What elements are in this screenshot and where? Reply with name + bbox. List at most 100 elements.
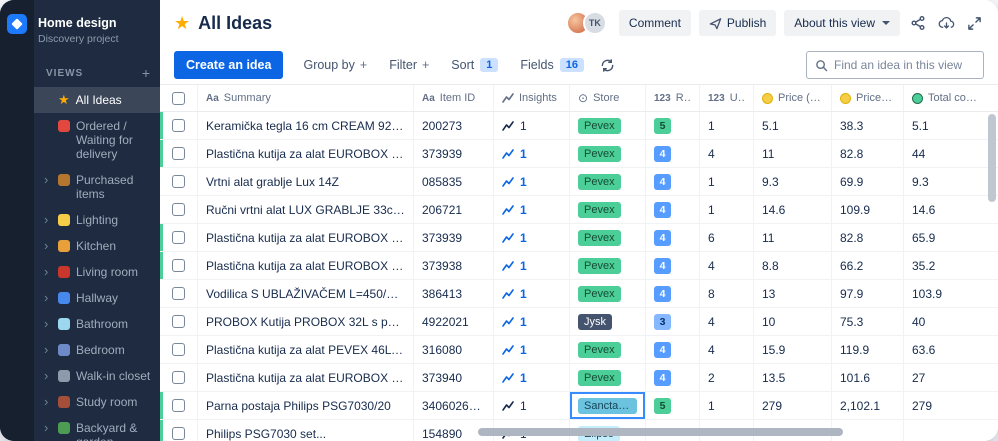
store-cell[interactable]: Pevex <box>570 140 646 167</box>
refresh-icon[interactable] <box>598 56 617 75</box>
column-header-insights[interactable]: Insights <box>494 85 570 111</box>
column-header-total[interactable]: Total cost (E... <box>904 85 986 111</box>
store-cell[interactable]: Pevex <box>570 224 646 251</box>
rating-cell[interactable]: 4 <box>646 364 700 391</box>
units-cell[interactable]: 4 <box>700 336 754 363</box>
store-cell[interactable]: Jysk <box>570 308 646 335</box>
sidebar-item[interactable]: › Purchased items <box>34 167 160 207</box>
total-cost-cell[interactable]: 9.3 <box>904 168 986 195</box>
sidebar-item[interactable]: › Living room <box>34 259 160 285</box>
units-cell[interactable]: 4 <box>700 308 754 335</box>
insights-cell[interactable]: 1 <box>494 280 570 307</box>
column-header-rating[interactable]: 123 Rating <box>646 85 700 111</box>
store-cell[interactable]: Pevex <box>570 280 646 307</box>
chevron-right-icon[interactable]: › <box>44 239 52 252</box>
table-row[interactable]: Plastična kutija za alat EUROBOX 60x40x3… <box>160 364 998 392</box>
store-cell[interactable]: Pevex <box>570 336 646 363</box>
chevron-right-icon[interactable]: › <box>44 265 52 278</box>
item-id-cell[interactable]: 386413 <box>414 280 494 307</box>
summary-cell[interactable]: Ručni vrtni alat LUX GRABLJE 33cm S DRŠK… <box>198 196 414 223</box>
chevron-right-icon[interactable]: › <box>44 317 52 330</box>
units-cell[interactable]: 4 <box>700 252 754 279</box>
table-row[interactable]: Plastična kutija za alat PEVEX 46L S POK… <box>160 336 998 364</box>
app-logo-icon[interactable] <box>7 14 27 34</box>
insights-cell[interactable]: 1 <box>494 308 570 335</box>
item-id-cell[interactable]: 206721 <box>414 196 494 223</box>
rating-cell[interactable]: 4 <box>646 224 700 251</box>
row-checkbox[interactable] <box>172 315 185 328</box>
price-eur-cell[interactable]: 11 <box>754 140 832 167</box>
sidebar-item[interactable]: › Hallway <box>34 285 160 311</box>
item-id-cell[interactable]: 373938 <box>414 252 494 279</box>
units-cell[interactable]: 8 <box>700 280 754 307</box>
chevron-right-icon[interactable]: › <box>44 213 52 226</box>
store-cell[interactable]: Sancta Domeni <box>570 392 646 419</box>
item-id-cell[interactable]: 3406026044 <box>414 392 494 419</box>
total-cost-cell[interactable]: 63.6 <box>904 336 986 363</box>
price-eur-cell[interactable]: 9.3 <box>754 168 832 195</box>
row-checkbox[interactable] <box>172 203 185 216</box>
units-cell[interactable]: 6 <box>700 224 754 251</box>
sidebar-item[interactable]: › Bathroom <box>34 311 160 337</box>
row-select-cell[interactable] <box>160 196 198 223</box>
store-cell[interactable]: Pevex <box>570 364 646 391</box>
publish-button[interactable]: Publish <box>698 10 777 36</box>
group-by-button[interactable]: Group by + <box>295 52 375 78</box>
row-select-cell[interactable] <box>160 392 198 419</box>
insights-cell[interactable]: 1 <box>494 168 570 195</box>
summary-cell[interactable]: Plastična kutija za alat EUROBOX 60x40x2… <box>198 224 414 251</box>
price-hrk-cell[interactable]: 82.8 <box>832 140 904 167</box>
store-cell[interactable]: Pevex <box>570 196 646 223</box>
summary-cell[interactable]: Parna postaja Philips PSG7030/20 <box>198 392 414 419</box>
insights-cell[interactable]: 1 <box>494 224 570 251</box>
summary-cell[interactable]: Plastična kutija za alat PEVEX 46L S POK… <box>198 336 414 363</box>
price-eur-cell[interactable]: 279 <box>754 392 832 419</box>
column-header-summary[interactable]: Aa Summary <box>198 85 414 111</box>
row-select-cell[interactable] <box>160 112 198 139</box>
store-cell[interactable]: Pevex <box>570 252 646 279</box>
insights-cell[interactable]: 1 <box>494 336 570 363</box>
summary-cell[interactable]: Vrtni alat grablje Lux 14Z <box>198 168 414 195</box>
select-all-cell[interactable] <box>160 85 198 111</box>
project-header[interactable]: Home design Discovery project <box>34 16 160 45</box>
share-icon[interactable] <box>908 13 928 33</box>
price-eur-cell[interactable]: 15.9 <box>754 336 832 363</box>
sidebar-item[interactable]: › Walk-in closet <box>34 363 160 389</box>
fullscreen-icon[interactable] <box>965 14 984 33</box>
item-id-cell[interactable]: 4922021 <box>414 308 494 335</box>
column-header-price2[interactable]: Price (H... <box>832 85 904 111</box>
table-row[interactable]: Ručni vrtni alat LUX GRABLJE 33cm S DRŠK… <box>160 196 998 224</box>
units-cell[interactable]: 1 <box>700 112 754 139</box>
total-cost-cell[interactable]: 14.6 <box>904 196 986 223</box>
column-header-store[interactable]: ⊙ Store <box>570 85 646 111</box>
summary-cell[interactable]: Keramička tegla 16 cm CREAM 920/16 <box>198 112 414 139</box>
store-cell[interactable]: Pevex <box>570 112 646 139</box>
comment-button[interactable]: Comment <box>618 10 691 36</box>
sidebar-item[interactable]: › Study room <box>34 389 160 415</box>
sidebar-item[interactable]: Ordered / Waiting for delivery <box>34 113 160 167</box>
price-eur-cell[interactable]: 13.5 <box>754 364 832 391</box>
price-eur-cell[interactable]: 5.1 <box>754 112 832 139</box>
sidebar-item[interactable]: › Kitchen <box>34 233 160 259</box>
units-cell[interactable]: 1 <box>700 392 754 419</box>
rating-cell[interactable]: 3 <box>646 308 700 335</box>
price-hrk-cell[interactable]: 82.8 <box>832 224 904 251</box>
price-hrk-cell[interactable]: 97.9 <box>832 280 904 307</box>
units-cell[interactable]: 1 <box>700 168 754 195</box>
fields-button[interactable]: Fields 16 <box>512 52 592 78</box>
row-select-cell[interactable] <box>160 224 198 251</box>
chevron-right-icon[interactable]: › <box>44 291 52 304</box>
table-row[interactable]: Vrtni alat grablje Lux 14Z 085835 1 Pevex 4 1… <box>160 168 998 196</box>
price-eur-cell[interactable]: 11 <box>754 224 832 251</box>
sidebar-item[interactable]: › Bedroom <box>34 337 160 363</box>
total-cost-cell[interactable]: 103.9 <box>904 280 986 307</box>
price-eur-cell[interactable]: 8.8 <box>754 252 832 279</box>
row-checkbox[interactable] <box>172 427 185 440</box>
row-select-cell[interactable] <box>160 336 198 363</box>
price-eur-cell[interactable]: 10 <box>754 308 832 335</box>
table-row[interactable]: Keramička tegla 16 cm CREAM 920/16 200273… <box>160 112 998 140</box>
avatar-group[interactable]: TK <box>565 11 607 35</box>
price-hrk-cell[interactable]: 109.9 <box>832 196 904 223</box>
chevron-right-icon[interactable]: › <box>44 173 52 186</box>
create-idea-button[interactable]: Create an idea <box>174 51 284 79</box>
